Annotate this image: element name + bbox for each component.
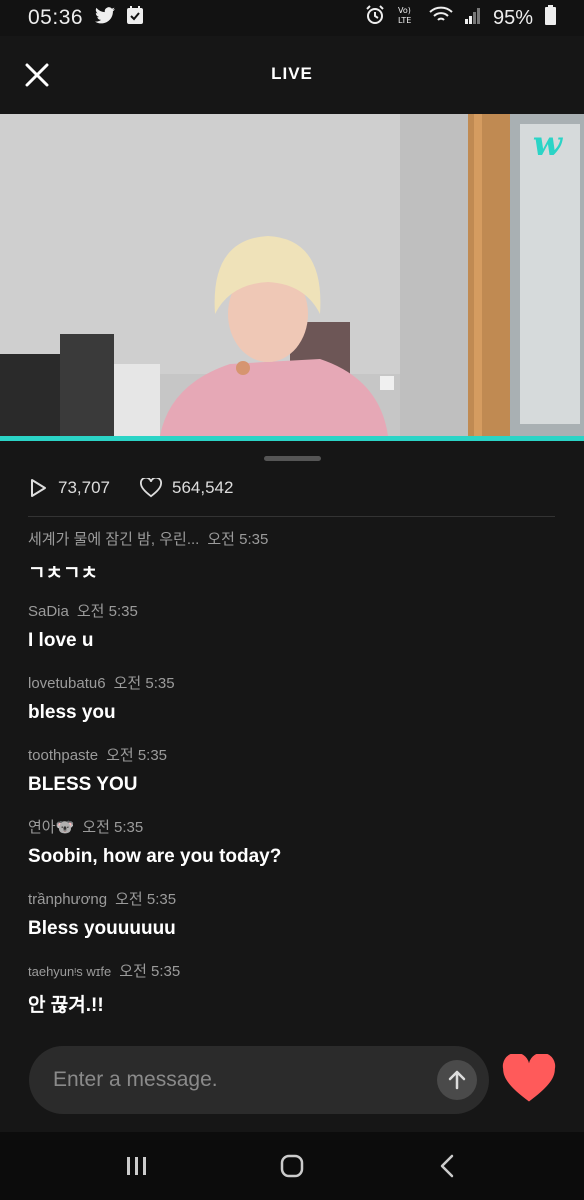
chat-message: taehyunᵎs wɪfe 오전 5:35 안 끊겨.!! [28,960,558,1032]
check-box-icon [127,6,144,30]
status-time: 05:36 [28,6,84,29]
chat-username[interactable]: taehyunᵎs wɪfe [28,964,111,979]
chat-username[interactable]: toothpaste [28,747,98,764]
system-nav-bar [0,1132,584,1200]
home-button[interactable] [272,1146,312,1186]
chat-time: 오전 5:35 [207,531,269,548]
message-composer [29,1046,489,1114]
send-button[interactable] [437,1060,477,1100]
chat-message: trầnphương 오전 5:35 Bless youuuuuu [28,888,558,960]
like-count: 564,542 [172,478,234,497]
twitter-icon [95,6,116,30]
chat-username[interactable]: lovetubatu6 [28,675,106,692]
like-button[interactable] [502,1052,556,1108]
chat-text: 안 끊겨.!! [28,995,104,1016]
chat-list[interactable]: 세계가 물에 잠긴 밤, 우린... 오전 5:35 ㄱㅊㄱㅊ SaDia 오전 5… [28,528,558,1032]
chat-message: 세계가 물에 잠긴 밤, 우린... 오전 5:35 ㄱㅊㄱㅊ [28,528,558,600]
status-right: Vo) LTE 95% [365,4,556,32]
drag-handle[interactable] [264,456,321,461]
page-title: LIVE [271,64,313,83]
back-icon [440,1154,453,1178]
svg-text:LTE: LTE [398,16,411,25]
divider [28,516,555,517]
volte-icon: Vo) LTE [397,4,417,32]
heart-icon [502,1052,556,1102]
chat-time: 오전 5:35 [76,603,138,620]
recent-apps-button[interactable] [117,1146,157,1186]
chat-text: ㄱㅊㄱㅊ [28,563,98,584]
recent-apps-icon [127,1157,147,1175]
chat-username[interactable]: SaDia [28,603,69,620]
status-bar: 05:36 Vo) LTE 95% [0,0,584,36]
chat-text: BLESS YOU [28,774,138,795]
chat-time: 오전 5:35 [119,963,181,980]
battery-percent: 95% [492,6,533,29]
chat-message: toothpaste 오전 5:35 BLESS YOU [28,744,558,816]
chat-message: SaDia 오전 5:35 I love u [28,600,558,672]
home-icon [280,1154,304,1178]
arrow-up-icon [448,1070,466,1090]
alarm-icon [365,5,385,31]
chat-text: Bless youuuuuu [28,918,176,939]
heart-outline-icon [140,478,162,498]
video-frame [0,114,584,436]
wifi-icon [429,6,453,30]
status-left: 05:36 [28,6,144,30]
chat-time: 오전 5:35 [115,891,177,908]
battery-icon [545,5,556,31]
chat-username[interactable]: trầnphương [28,891,107,908]
back-button[interactable] [427,1146,467,1186]
top-bar: LIVE [0,36,584,114]
chat-username[interactable]: 연아🐨 [28,816,74,837]
svg-text:Vo): Vo) [398,6,411,15]
video-progress-bar [0,436,584,441]
stats-row: 73,707 564,542 [28,474,253,502]
message-input[interactable] [53,1058,433,1102]
live-video[interactable]: w [0,114,584,436]
watermark-logo: w [532,124,562,164]
play-icon [31,479,46,497]
chat-time: 오전 5:35 [82,819,144,836]
chat-time: 오전 5:35 [113,675,175,692]
chat-message: 연아🐨 오전 5:35 Soobin, how are you today? [28,816,558,888]
chat-text: I love u [28,630,94,651]
signal-icon [464,7,481,30]
chat-text: bless you [28,702,116,723]
chat-username[interactable]: 세계가 물에 잠긴 밤, 우린... [28,528,199,549]
chat-message: lovetubatu6 오전 5:35 bless you [28,672,558,744]
chat-text: Soobin, how are you today? [28,846,282,867]
play-count: 73,707 [58,478,110,497]
chat-time: 오전 5:35 [106,747,168,764]
